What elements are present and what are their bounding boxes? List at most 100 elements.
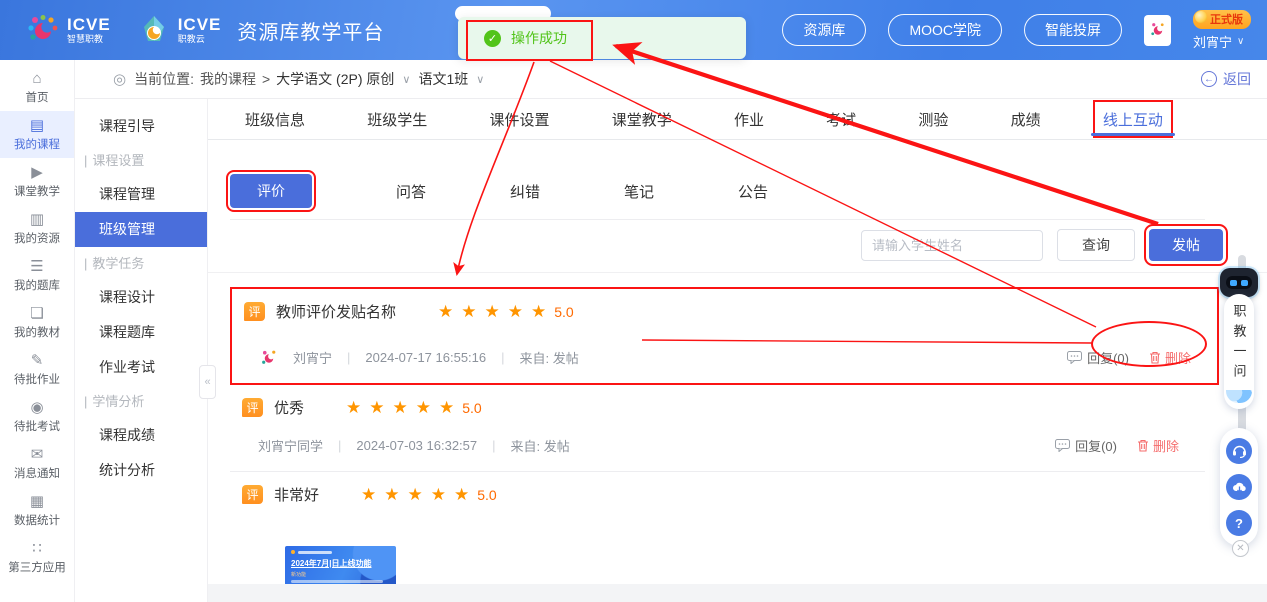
tab-homework[interactable]: 作业 xyxy=(734,99,764,139)
breadcrumb-class-select[interactable]: 语文1班 xyxy=(418,69,468,89)
sidebar-item-notifications[interactable]: ✉ 消息通知 xyxy=(0,440,74,487)
post-title[interactable]: 优秀 xyxy=(274,397,304,418)
rating-score: 5.0 xyxy=(462,400,481,416)
sidebar-item-classroom-teaching[interactable]: ▶ 课堂教学 xyxy=(0,158,74,205)
tab-classroom-teaching[interactable]: 课堂教学 xyxy=(612,99,672,139)
pencil-icon: ✎ xyxy=(31,353,44,368)
tab-class-students[interactable]: 班级学生 xyxy=(367,99,427,139)
logo-primary-title: ICVE xyxy=(67,16,111,33)
subtab-notes[interactable]: 笔记 xyxy=(624,181,654,202)
menu-item-statistical-analysis[interactable]: 统计分析 xyxy=(75,453,207,488)
assistant-label: 职教一问 xyxy=(1230,304,1249,384)
tab-exams[interactable]: 考试 xyxy=(826,99,856,139)
sidebar-item-pending-homework[interactable]: ✎ 待批作业 xyxy=(0,346,74,393)
post-card: 评 非常好 ★★★★★ 5.0 2024年7月|日上线功能 新功能 xyxy=(230,472,1205,602)
nav-smart-screen-button[interactable]: 智能投屏 xyxy=(1024,14,1122,46)
medal-icon xyxy=(1195,11,1207,23)
menu-section-teaching-tasks: |教学任务 xyxy=(75,247,207,280)
subtab-qa[interactable]: 问答 xyxy=(396,181,426,202)
success-toast: ✓ 操作成功 xyxy=(458,17,746,59)
thumbnail-headline: 2024年7月|日上线功能 xyxy=(291,558,390,569)
play-icon: ▶ xyxy=(31,165,43,180)
student-name-input[interactable] xyxy=(861,230,1043,261)
sidebar-item-my-courses[interactable]: ▤ 我的课程 xyxy=(0,111,74,158)
back-arrow-icon: ← xyxy=(1201,71,1217,87)
query-button[interactable]: 查询 xyxy=(1057,229,1135,261)
sidebar-item-my-question-bank[interactable]: ☰ 我的题库 xyxy=(0,252,74,299)
sidebar-item-pending-exams[interactable]: ◉ 待批考试 xyxy=(0,393,74,440)
wave-decoration xyxy=(1226,390,1252,403)
tab-grades[interactable]: 成绩 xyxy=(1011,99,1041,139)
help-button[interactable]: ? xyxy=(1226,510,1252,536)
breadcrumb-course-select[interactable]: 大学语文 (2P) 原创 xyxy=(276,69,394,89)
tab-class-info[interactable]: 班级信息 xyxy=(245,99,305,139)
subtab-corrections[interactable]: 纠错 xyxy=(510,181,540,202)
subtab-evaluation[interactable]: 评价 xyxy=(230,174,312,208)
delete-button[interactable]: 删除 xyxy=(1149,348,1191,367)
subtab-announcements[interactable]: 公告 xyxy=(738,181,768,202)
icve-swirl-icon xyxy=(26,13,60,47)
tab-quizzes[interactable]: 测验 xyxy=(918,99,948,139)
post-title[interactable]: 教师评价发贴名称 xyxy=(276,301,396,322)
tab-online-interaction[interactable]: 线上互动 xyxy=(1095,102,1171,136)
menu-item-class-management[interactable]: 班级管理 xyxy=(75,212,207,247)
app-root: ICVE 智慧职教 ICVE 职教云 资源库教学平台 资源库 MOOC学院 智能… xyxy=(0,0,1267,602)
reply-button[interactable]: 回复(0) xyxy=(1055,436,1117,455)
nav-mooc-college-button[interactable]: MOOC学院 xyxy=(888,14,1002,46)
cloud-download-icon xyxy=(1232,481,1247,494)
sidebar-item-third-party-apps[interactable]: ∷ 第三方应用 xyxy=(0,534,74,581)
post-list: 评 教师评价发贴名称 ★★★★★ 5.0 刘宵宁 | 2024-07-17 16… xyxy=(208,273,1267,602)
post-time: 2024-07-03 16:32:57 xyxy=(356,438,477,453)
menu-item-course-design[interactable]: 课程设计 xyxy=(75,280,207,315)
close-icon: ✕ xyxy=(1236,543,1244,554)
avatar[interactable] xyxy=(1144,15,1171,46)
library-icon: ▥ xyxy=(30,212,44,227)
menu-item-homework-exams[interactable]: 作业考试 xyxy=(75,350,207,385)
icve-shell-icon xyxy=(137,13,171,47)
customer-service-button[interactable] xyxy=(1226,438,1252,464)
create-post-button[interactable]: 发帖 xyxy=(1149,229,1223,261)
version-badge: 正式版 xyxy=(1193,10,1251,29)
success-check-icon: ✓ xyxy=(484,30,501,47)
download-button[interactable] xyxy=(1226,474,1252,500)
reply-button[interactable]: 回复(0) xyxy=(1067,348,1129,367)
sidebar-item-my-textbooks[interactable]: ❏ 我的教材 xyxy=(0,299,74,346)
assistant-widget[interactable]: 职教一问 xyxy=(1217,268,1261,409)
filter-row: 查询 发帖 xyxy=(208,220,1267,273)
menu-item-course-management[interactable]: 课程管理 xyxy=(75,177,207,212)
user-menu[interactable]: 刘宵宁 ∨ xyxy=(1193,32,1244,51)
evaluation-badge: 评 xyxy=(242,398,263,417)
breadcrumb-root[interactable]: 我的课程 xyxy=(200,69,256,89)
menu-item-course-question-bank[interactable]: 课程题库 xyxy=(75,315,207,350)
post-source: 来自: 发帖 xyxy=(511,436,570,455)
post-attachment-image[interactable]: 2024年7月|日上线功能 新功能 xyxy=(285,546,396,587)
sidebar-item-my-resources[interactable]: ▥ 我的资源 xyxy=(0,205,74,252)
location-pin-icon: ◎ xyxy=(113,70,126,88)
menu-item-course-grades[interactable]: 课程成绩 xyxy=(75,418,207,453)
back-button[interactable]: ← 返回 xyxy=(1201,69,1251,89)
post-time: 2024-07-17 16:55:16 xyxy=(365,350,486,365)
question-icon: ? xyxy=(1235,516,1243,531)
post-title[interactable]: 非常好 xyxy=(274,484,319,505)
author-avatar xyxy=(260,349,278,367)
chevron-down-icon: ∨ xyxy=(1237,36,1244,47)
textbook-icon: ❏ xyxy=(30,306,43,321)
delete-button[interactable]: 删除 xyxy=(1137,436,1179,455)
nav-resource-library-button[interactable]: 资源库 xyxy=(782,14,866,46)
logo-icve-zhijiaoyun: ICVE 职教云 xyxy=(137,13,222,47)
close-widgets-button[interactable]: ✕ xyxy=(1232,540,1249,557)
menu-item-course-guide[interactable]: 课程引导 xyxy=(75,109,207,144)
logo-primary-subtitle: 智慧职教 xyxy=(67,35,111,44)
rating-score: 5.0 xyxy=(477,487,496,503)
collapse-icon: « xyxy=(204,376,210,388)
menu-collapse-button[interactable]: « xyxy=(199,365,216,399)
sidebar-rail: ⌂ 首页 ▤ 我的课程 ▶ 课堂教学 ▥ 我的资源 ☰ 我的题库 ❏ 我的教材 … xyxy=(0,60,75,602)
trash-icon xyxy=(1149,351,1161,364)
comment-icon xyxy=(1055,439,1070,452)
tab-courseware-settings[interactable]: 课件设置 xyxy=(489,99,549,139)
sidebar-item-home[interactable]: ⌂ 首页 xyxy=(0,64,74,111)
thumbnail-tag: 新功能 xyxy=(291,573,390,578)
trash-icon xyxy=(1137,439,1149,452)
sidebar-item-data-statistics[interactable]: ▦ 数据统计 xyxy=(0,487,74,534)
evaluation-badge: 评 xyxy=(244,302,265,321)
